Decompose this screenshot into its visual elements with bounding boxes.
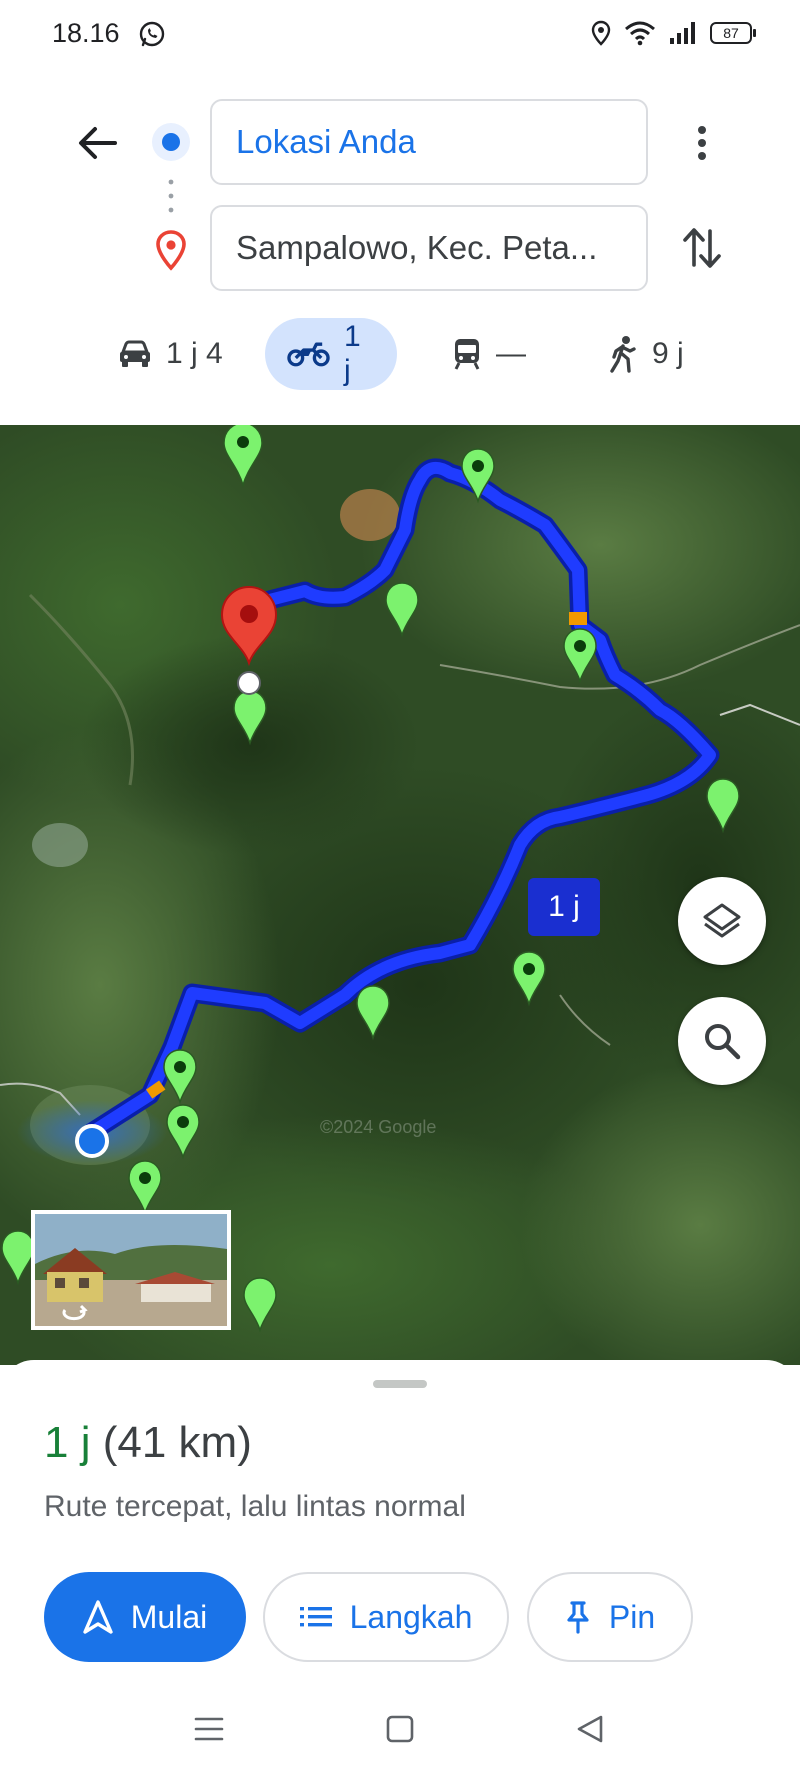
mode-motorcycle[interactable]: 1 j — [265, 318, 397, 390]
mode-walk[interactable]: 9 j — [586, 318, 706, 390]
swap-locations-button[interactable] — [678, 222, 726, 274]
car-icon — [120, 340, 150, 367]
layers-button[interactable] — [678, 877, 766, 965]
location-icon — [591, 20, 611, 46]
walk-icon — [610, 336, 636, 373]
pin-icon — [567, 1601, 589, 1634]
route-description: Rute tercepat, lalu lintas normal — [44, 1490, 466, 1523]
wifi-icon — [625, 21, 655, 46]
drag-handle[interactable] — [373, 1380, 427, 1388]
destination-field[interactable]: Sampalowo, Kec. Peta... — [210, 205, 648, 291]
route-time-text: 1 j — [548, 890, 580, 923]
status-icons: 87 — [590, 20, 756, 46]
square-icon — [386, 1715, 414, 1743]
pin-label: Pin — [608, 1598, 656, 1635]
street-view-image — [35, 1214, 227, 1326]
destination-text: Sampalowo, Kec. Peta... — [236, 229, 598, 266]
home-button[interactable] — [375, 1704, 425, 1754]
arrow-back-icon — [79, 127, 117, 159]
route-time-label[interactable]: 1 j — [528, 878, 600, 936]
route-summary: 1 j (41 km) — [44, 1418, 252, 1468]
more-options-button[interactable] — [680, 118, 724, 168]
route-connector — [152, 123, 190, 271]
transit-icon — [454, 339, 480, 370]
mode-motorcycle-label: 1 j — [344, 320, 361, 387]
recent-apps-button[interactable] — [184, 1704, 234, 1754]
travel-modes: 1 j 4 1 j — 9 j — [0, 318, 800, 390]
battery-indicator: 87 — [710, 22, 756, 44]
signal-icon — [670, 22, 695, 44]
mode-car-label: 1 j 4 — [166, 337, 223, 370]
triangle-back-icon — [577, 1715, 603, 1743]
mode-transit[interactable]: — — [430, 318, 548, 390]
mode-car[interactable]: 1 j 4 — [96, 318, 245, 390]
swap-vert-icon — [683, 228, 721, 268]
start-label: Mulai — [130, 1598, 208, 1635]
pin-button[interactable]: Pin — [527, 1572, 693, 1662]
system-back-button[interactable] — [565, 1704, 615, 1754]
origin-text: Lokasi Anda — [236, 123, 416, 160]
system-navigation-bar — [0, 1690, 800, 1770]
navigation-arrow-icon — [83, 1600, 113, 1634]
battery-level: 87 — [723, 25, 739, 41]
mode-transit-label: — — [496, 337, 526, 370]
status-time: 18.16 — [52, 18, 120, 48]
search-icon — [705, 1024, 741, 1060]
mode-walk-label: 9 j — [652, 337, 684, 370]
street-view-thumbnail[interactable] — [31, 1210, 231, 1330]
search-along-route-button[interactable] — [678, 997, 766, 1085]
traffic-segment — [569, 612, 587, 625]
steps-button[interactable]: Langkah — [263, 1572, 509, 1662]
start-navigation-button[interactable]: Mulai — [44, 1572, 246, 1662]
steps-label: Langkah — [349, 1598, 473, 1635]
motorcycle-icon — [287, 342, 330, 367]
current-location-dot — [75, 1124, 109, 1158]
layers-icon — [703, 903, 741, 938]
more-vert-icon — [698, 126, 706, 160]
status-bar: 18.16 87 — [0, 0, 800, 70]
origin-field[interactable]: Lokasi Anda — [210, 99, 648, 185]
list-icon — [299, 1607, 332, 1627]
map-watermark: ©2024 Google — [320, 1117, 436, 1137]
whatsapp-icon — [139, 21, 165, 47]
route-duration: 1 j — [44, 1418, 91, 1467]
back-button[interactable] — [72, 118, 122, 168]
menu-icon — [194, 1717, 224, 1741]
route-distance: (41 km) — [102, 1418, 252, 1467]
